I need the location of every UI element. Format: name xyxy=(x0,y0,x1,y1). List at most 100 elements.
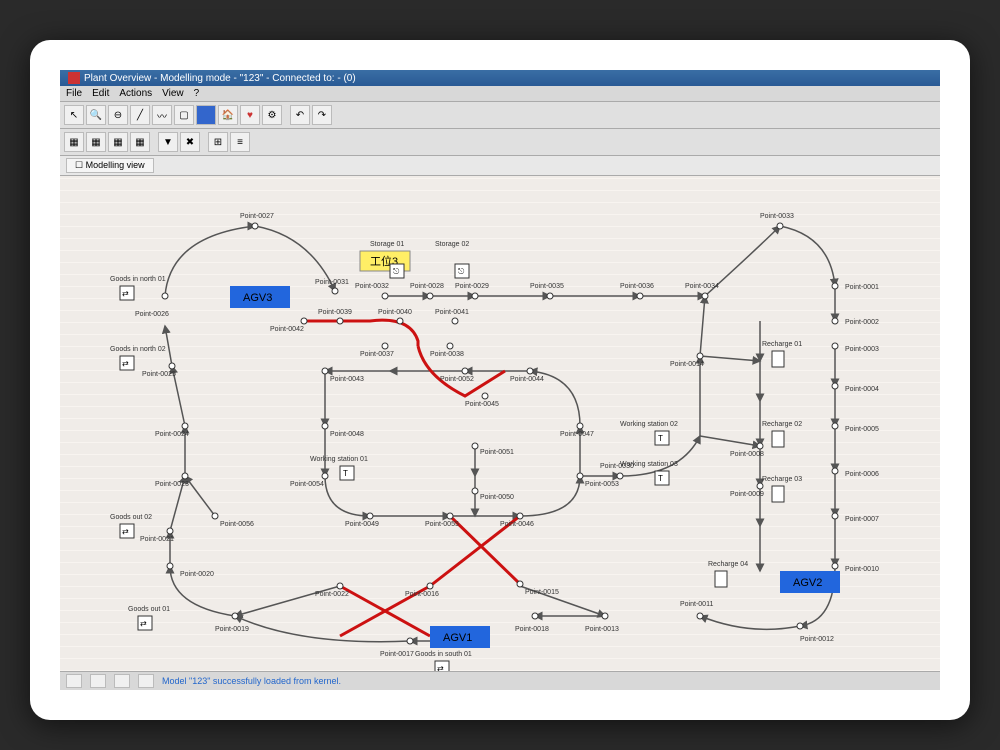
tab-modelling[interactable]: ☐ Modelling view xyxy=(66,158,154,173)
menu-file[interactable]: File xyxy=(66,88,82,99)
tool-redo[interactable]: ↷ xyxy=(312,105,332,125)
point-node[interactable]: Point-0054 xyxy=(290,473,328,488)
point-node[interactable]: Point-0037 xyxy=(360,343,394,358)
point-node[interactable]: Point-0020 xyxy=(167,563,214,578)
status-btn-3[interactable] xyxy=(114,674,130,688)
svg-text:⇄: ⇄ xyxy=(122,527,129,536)
station-working-02[interactable]: TWorking station 02 xyxy=(620,421,678,445)
tool-delete[interactable]: ✖ xyxy=(180,132,200,152)
point-node[interactable]: Point-0047 xyxy=(560,423,594,438)
point-node[interactable]: Point-0032 xyxy=(355,283,389,299)
point-node[interactable]: Point-0006 xyxy=(832,468,879,478)
point-node[interactable]: Point-0048 xyxy=(322,423,364,438)
point-node[interactable]: Point-0002 xyxy=(832,318,879,326)
point-node[interactable]: Point-0023 xyxy=(155,473,189,488)
tool-square[interactable]: ▢ xyxy=(174,105,194,125)
tool-grid1[interactable]: ▦ xyxy=(64,132,84,152)
canvas[interactable]: AGV3 AGV1 AGV2 工位3 ⎋Storage 01 ⎋Storage … xyxy=(60,176,940,671)
status-btn-1[interactable] xyxy=(66,674,82,688)
toolbar: ↖ 🔍 ⊖ ╱ 〰 ▢ 🏠 ♥ ⚙ ↶ ↷ xyxy=(60,102,940,129)
point-node[interactable]: Point-0014 xyxy=(670,353,704,368)
point-node[interactable]: Point-0011 xyxy=(680,601,713,619)
point-node[interactable]: Point-0045 xyxy=(465,393,499,408)
svg-text:⇄: ⇄ xyxy=(140,619,147,628)
station-working-01[interactable]: TWorking station 01 xyxy=(310,456,368,480)
tool-align[interactable]: ≡ xyxy=(230,132,250,152)
svg-text:Working station 02: Working station 02 xyxy=(620,421,678,428)
station-goods-in-south-01[interactable]: ⇄Goods in south 01 xyxy=(415,651,472,671)
station-recharge-01[interactable]: Recharge 01 xyxy=(762,341,802,367)
diagram-svg[interactable]: AGV3 AGV1 AGV2 工位3 ⎋Storage 01 ⎋Storage … xyxy=(60,176,940,671)
tool-cursor[interactable]: ↖ xyxy=(64,105,84,125)
point-node[interactable]: Point-0008 xyxy=(730,443,764,458)
point-node[interactable]: Point-0056 xyxy=(212,513,254,528)
menu-edit[interactable]: Edit xyxy=(92,88,109,99)
point-node[interactable]: Point-0021 xyxy=(140,528,174,543)
point-node[interactable]: Point-0050 xyxy=(472,488,514,501)
point-node[interactable]: Point-0025 xyxy=(142,363,176,378)
agv2-label: AGV2 xyxy=(793,577,822,589)
tool-grid4[interactable]: ▦ xyxy=(130,132,150,152)
point-node[interactable]: Point-0009 xyxy=(730,483,764,498)
point-node[interactable]: Point-0016 xyxy=(405,583,439,598)
point-node[interactable]: Point-0041 xyxy=(435,309,469,324)
tool-heart[interactable]: ♥ xyxy=(240,105,260,125)
status-bar: Model "123" successfully loaded from ker… xyxy=(60,671,940,690)
station-recharge-04[interactable]: Recharge 04 xyxy=(708,561,748,587)
point-node[interactable]: Point-0015 xyxy=(517,581,559,596)
point-node[interactable]: Point-0019 xyxy=(215,613,249,633)
svg-text:Point-0039: Point-0039 xyxy=(318,309,352,316)
svg-text:Point-0023: Point-0023 xyxy=(155,481,189,488)
tool-snap[interactable]: ⊞ xyxy=(208,132,228,152)
svg-text:Point-0027: Point-0027 xyxy=(240,213,274,220)
station-goods-in-north-02[interactable]: ⇄Goods in north 02 xyxy=(110,346,166,370)
tool-line[interactable]: ╱ xyxy=(130,105,150,125)
tool-zoom-out[interactable]: ⊖ xyxy=(108,105,128,125)
menu-actions[interactable]: Actions xyxy=(119,88,152,99)
station-goods-out-02[interactable]: ⇄Goods out 02 xyxy=(110,514,152,538)
tool-grid3[interactable]: ▦ xyxy=(108,132,128,152)
point-node[interactable]: Point-0031 xyxy=(315,279,349,294)
tool-undo[interactable]: ↶ xyxy=(290,105,310,125)
point-node[interactable]: Point-0012 xyxy=(797,623,834,643)
menu-help[interactable]: ? xyxy=(194,88,200,99)
tool-color1[interactable] xyxy=(196,105,216,125)
point-node[interactable]: Point-0051 xyxy=(472,443,514,456)
point-node[interactable]: Point-0027 xyxy=(240,213,274,229)
menu-view[interactable]: View xyxy=(162,88,184,99)
point-node[interactable]: Point-0024 xyxy=(155,423,189,438)
tool-home[interactable]: 🏠 xyxy=(218,105,238,125)
svg-text:Point-0016: Point-0016 xyxy=(405,591,439,598)
status-text: Model "123" successfully loaded from ker… xyxy=(162,676,341,686)
tool-grid2[interactable]: ▦ xyxy=(86,132,106,152)
svg-text:Point-0022: Point-0022 xyxy=(315,591,349,598)
point-node[interactable]: Point-0042 xyxy=(270,318,307,333)
station-goods-in-north-01[interactable]: ⇄Goods in north 01 xyxy=(110,276,166,300)
tool-zoom-in[interactable]: 🔍 xyxy=(86,105,106,125)
station-storage02[interactable]: ⎋Storage 02 xyxy=(435,241,469,278)
svg-text:Point-0038: Point-0038 xyxy=(430,351,464,358)
point-node[interactable]: Point-0004 xyxy=(832,383,879,393)
point-node[interactable]: Point-0038 xyxy=(430,343,464,358)
svg-text:Point-0005: Point-0005 xyxy=(845,426,879,433)
point-node[interactable]: Point-0033 xyxy=(760,213,794,229)
point-node[interactable]: Point-0026 xyxy=(135,293,169,318)
svg-text:Point-0015: Point-0015 xyxy=(525,589,559,596)
tool-curve[interactable]: 〰 xyxy=(152,105,172,125)
point-node[interactable]: Point-0022 xyxy=(315,583,349,598)
point-node[interactable]: Point-0005 xyxy=(832,423,879,433)
point-node[interactable]: Point-0007 xyxy=(832,513,879,523)
app-icon xyxy=(68,72,80,84)
point-node[interactable]: Point-0001 xyxy=(832,283,879,291)
point-node[interactable]: Point-0003 xyxy=(832,343,879,353)
station-goods-out-01[interactable]: ⇄Goods out 01 xyxy=(128,606,170,630)
status-btn-4[interactable] xyxy=(138,674,154,688)
station-recharge-03[interactable]: Recharge 03 xyxy=(762,476,802,502)
svg-text:Recharge 01: Recharge 01 xyxy=(762,341,802,348)
tool-gear[interactable]: ⚙ xyxy=(262,105,282,125)
svg-text:Point-0026: Point-0026 xyxy=(135,311,169,318)
station-recharge-02[interactable]: Recharge 02 xyxy=(762,421,802,447)
svg-text:Point-0033: Point-0033 xyxy=(760,213,794,220)
tool-down[interactable]: ▼ xyxy=(158,132,178,152)
status-btn-2[interactable] xyxy=(90,674,106,688)
